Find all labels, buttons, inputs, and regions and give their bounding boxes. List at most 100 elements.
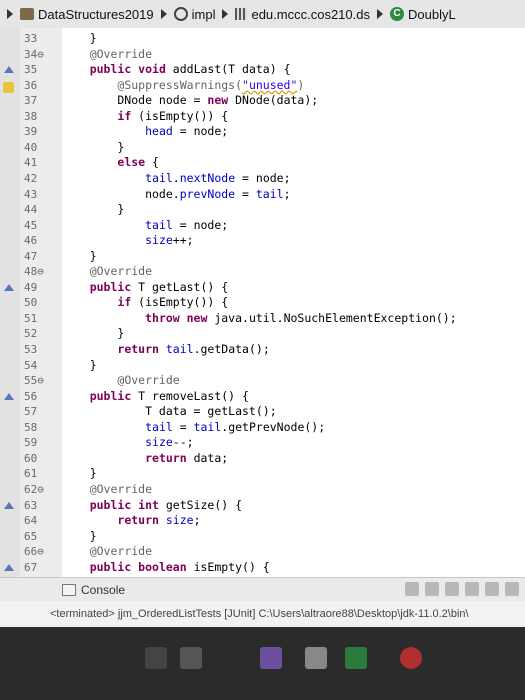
line-number: 57: [24, 405, 38, 419]
code-line[interactable]: }: [62, 466, 97, 481]
line-number: 54: [24, 358, 38, 372]
line-number: 62⊖: [24, 482, 44, 496]
code-line[interactable]: tail.nextNode = node;: [62, 171, 290, 186]
remove-launch-icon[interactable]: [425, 582, 439, 596]
breadcrumb-arrow-icon: [7, 9, 13, 19]
line-number: 56: [24, 389, 38, 403]
code-line[interactable]: tail = node;: [62, 218, 228, 233]
package-icon: [235, 8, 248, 20]
code-line[interactable]: head = node;: [62, 124, 228, 139]
console-status-text: <terminated> jjm_OrderedListTests [JUnit…: [50, 608, 469, 620]
class-icon: C: [389, 7, 404, 21]
breadcrumb-class[interactable]: DoublyL: [408, 7, 456, 22]
line-number: 35: [24, 63, 38, 77]
code-line[interactable]: throw new java.util.NoSuchElementExcepti…: [62, 311, 457, 326]
code-line[interactable]: if (isEmpty()) {: [62, 109, 228, 124]
line-number: 64: [24, 514, 38, 528]
code-line[interactable]: return size;: [62, 513, 200, 528]
overview-ruler: [0, 28, 21, 600]
taskbar-app-icon[interactable]: [260, 647, 282, 669]
code-line[interactable]: }: [62, 31, 97, 46]
code-line[interactable]: size++;: [62, 233, 193, 248]
line-number: 53: [24, 343, 38, 356]
pin-console-icon[interactable]: [485, 582, 499, 596]
line-number: 43: [24, 187, 38, 201]
taskbar-app-icon[interactable]: [180, 647, 202, 669]
code-line[interactable]: @Override: [62, 264, 152, 279]
breadcrumb-package[interactable]: edu.mccc.cos210.ds: [251, 7, 370, 22]
taskbar-app-icon[interactable]: [400, 647, 422, 669]
code-line[interactable]: public int getSize() {: [62, 498, 242, 513]
taskbar-app-icon[interactable]: [305, 647, 327, 669]
code-line[interactable]: }: [62, 140, 124, 155]
console-icon: [62, 584, 76, 596]
code-line[interactable]: }: [62, 202, 124, 217]
code-line[interactable]: size--;: [62, 435, 193, 450]
console-tab[interactable]: Console: [81, 583, 125, 597]
line-number: 39: [24, 125, 38, 139]
breadcrumb: DataStructures2019 impl edu.mccc.cos210.…: [0, 0, 525, 29]
warning-icon[interactable]: [3, 81, 14, 93]
code-line[interactable]: @Override: [62, 47, 152, 62]
line-number: 59: [24, 436, 38, 450]
line-number: 46: [24, 234, 38, 248]
override-marker-icon[interactable]: [4, 501, 14, 509]
code-line[interactable]: @Override: [62, 544, 152, 559]
code-line[interactable]: node.prevNode = tail;: [62, 187, 290, 202]
taskbar-app-icon[interactable]: [145, 647, 167, 669]
code-line[interactable]: return data;: [62, 451, 228, 466]
code-line[interactable]: else {: [62, 155, 159, 170]
breadcrumb-arrow-icon: [376, 9, 383, 19]
code-line[interactable]: public T removeLast() {: [62, 389, 249, 404]
console-tab-bar: Console: [0, 577, 525, 602]
code-line[interactable]: @SuppressWarnings("unused"): [62, 78, 304, 93]
taskbar-app-icon[interactable]: [345, 647, 367, 669]
clear-console-icon[interactable]: [445, 582, 459, 596]
line-number: 66⊖: [24, 545, 44, 559]
breadcrumb-project[interactable]: DataStructures2019: [38, 7, 154, 22]
breadcrumb-arrow-icon: [222, 9, 229, 19]
code-line[interactable]: tail = tail.getPrevNode();: [62, 420, 325, 435]
code-line[interactable]: }: [62, 358, 97, 373]
breadcrumb-folder[interactable]: impl: [192, 7, 216, 22]
line-number: 38: [24, 109, 38, 123]
source-folder-icon: [173, 7, 188, 21]
code-line[interactable]: }: [62, 326, 124, 341]
line-number: 40: [24, 140, 38, 154]
code-line[interactable]: return tail.getData();: [62, 342, 269, 357]
scroll-lock-icon[interactable]: [465, 582, 479, 596]
line-number: 48⊖: [24, 265, 44, 279]
line-number: 42: [24, 171, 38, 185]
code-line[interactable]: public T getLast() {: [62, 280, 228, 295]
code-line[interactable]: if (isEmpty()) {: [62, 295, 228, 310]
line-number: 44: [24, 203, 38, 217]
code-line[interactable]: }: [62, 529, 97, 544]
override-marker-icon[interactable]: [4, 563, 14, 571]
line-number: 33: [24, 32, 38, 45]
taskbar: [0, 627, 525, 700]
line-number: 45: [24, 218, 38, 232]
code-line[interactable]: }: [62, 249, 97, 264]
code-line[interactable]: DNode node = new DNode(data);: [62, 93, 318, 108]
override-marker-icon[interactable]: [4, 66, 14, 74]
line-number-gutter: 33 34⊖ 35 36 37 38 39 40 41 42 43 44 45 46 47 48⊖ 49 50 51…: [20, 28, 62, 600]
code-editor[interactable]: } @Override public void addLast(T data) …: [62, 28, 525, 600]
code-line[interactable]: public void addLast(T data) {: [62, 62, 291, 77]
code-line[interactable]: @Override: [62, 373, 179, 388]
eclipse-window: DataStructures2019 impl edu.mccc.cos210.…: [0, 0, 525, 700]
line-number: 37: [24, 94, 38, 108]
line-number: 47: [24, 249, 38, 263]
line-number: 41: [24, 156, 38, 170]
line-number: 63: [24, 498, 38, 512]
override-marker-icon[interactable]: [4, 392, 14, 400]
terminate-icon[interactable]: [405, 582, 419, 596]
line-number: 55⊖: [24, 374, 44, 388]
line-number: 61: [24, 467, 38, 481]
line-number: 65: [24, 529, 38, 543]
code-line[interactable]: @Override: [62, 482, 152, 497]
override-marker-icon[interactable]: [4, 283, 14, 291]
code-line[interactable]: public boolean isEmpty() {: [62, 560, 270, 575]
open-console-icon[interactable]: [505, 582, 519, 596]
code-line[interactable]: T data = getLast();: [62, 404, 277, 419]
line-number: 52: [24, 327, 38, 341]
